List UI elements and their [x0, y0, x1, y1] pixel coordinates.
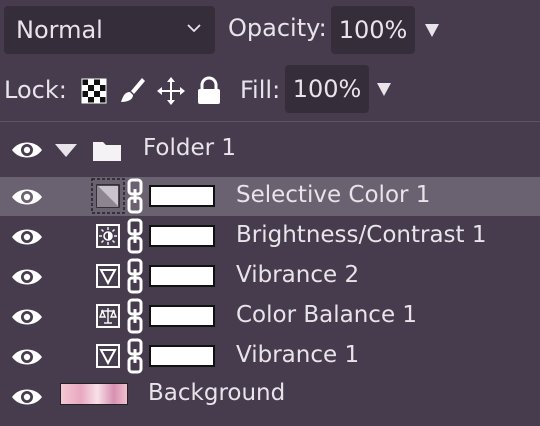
folder-icon — [93, 142, 121, 161]
link-icon[interactable] — [126, 298, 144, 334]
fill-input[interactable]: 100% — [285, 65, 369, 113]
eye-icon[interactable] — [10, 226, 44, 248]
brightness-contrast-icon — [96, 224, 120, 248]
layer-mask-thumbnail[interactable] — [149, 265, 215, 287]
layer-row-folder[interactable]: Folder 1 — [0, 122, 540, 176]
vibrance-icon — [96, 264, 120, 288]
lock-transparency-icon[interactable] — [80, 75, 108, 105]
link-icon[interactable] — [126, 218, 144, 254]
lock-all-icon[interactable] — [195, 75, 223, 105]
layer-row-color-balance[interactable]: Color Balance 1 — [0, 297, 540, 336]
opacity-value: 100% — [338, 16, 408, 44]
layer-mask-thumbnail[interactable] — [149, 345, 215, 367]
layer-name: Brightness/Contrast 1 — [236, 222, 487, 248]
layer-thumbnail[interactable] — [60, 383, 128, 405]
layer-name: Selective Color 1 — [236, 182, 431, 208]
lock-position-icon[interactable] — [157, 75, 185, 105]
layer-row-background[interactable]: Background — [0, 377, 540, 417]
folder-name: Folder 1 — [143, 135, 237, 161]
opacity-label: Opacity: — [228, 14, 327, 42]
layer-row-selective-color[interactable]: Selective Color 1 — [0, 177, 540, 216]
vibrance-icon — [96, 344, 120, 368]
lock-paint-icon[interactable] — [118, 75, 146, 105]
blend-toolbar: Normal Opacity: 100% — [0, 0, 540, 60]
layer-name: Background — [148, 380, 286, 406]
layer-row-vibrance-2[interactable]: Vibrance 2 — [0, 257, 540, 296]
fill-dropdown-arrow[interactable] — [377, 83, 391, 96]
layer-row-brightness-contrast[interactable]: Brightness/Contrast 1 — [0, 217, 540, 256]
folder-expand-arrow[interactable] — [55, 144, 77, 157]
layer-mask-thumbnail[interactable] — [149, 225, 215, 247]
eye-icon[interactable] — [10, 386, 44, 408]
eye-icon[interactable] — [10, 186, 44, 208]
eye-icon[interactable] — [10, 139, 44, 161]
blend-mode-select[interactable]: Normal — [4, 6, 215, 54]
layer-name: Vibrance 2 — [236, 262, 360, 288]
link-icon[interactable] — [126, 338, 144, 374]
layer-name: Vibrance 1 — [236, 342, 360, 368]
color-balance-icon — [96, 304, 120, 328]
eye-icon[interactable] — [10, 346, 44, 368]
link-icon[interactable] — [126, 178, 144, 214]
chevron-down-icon — [187, 24, 201, 33]
lock-label: Lock: — [4, 76, 67, 104]
eye-icon[interactable] — [10, 266, 44, 288]
fill-value: 100% — [292, 75, 362, 103]
opacity-dropdown-arrow[interactable] — [425, 24, 439, 37]
layer-name: Color Balance 1 — [236, 302, 418, 328]
opacity-input[interactable]: 100% — [331, 6, 415, 54]
layer-mask-thumbnail[interactable] — [149, 305, 215, 327]
fill-label: Fill: — [240, 76, 281, 104]
selective-color-icon — [91, 178, 125, 214]
layer-mask-thumbnail[interactable] — [149, 185, 215, 207]
blend-mode-value: Normal — [16, 16, 103, 44]
link-icon[interactable] — [126, 258, 144, 294]
layer-row-vibrance-1[interactable]: Vibrance 1 — [0, 337, 540, 376]
eye-icon[interactable] — [10, 306, 44, 328]
